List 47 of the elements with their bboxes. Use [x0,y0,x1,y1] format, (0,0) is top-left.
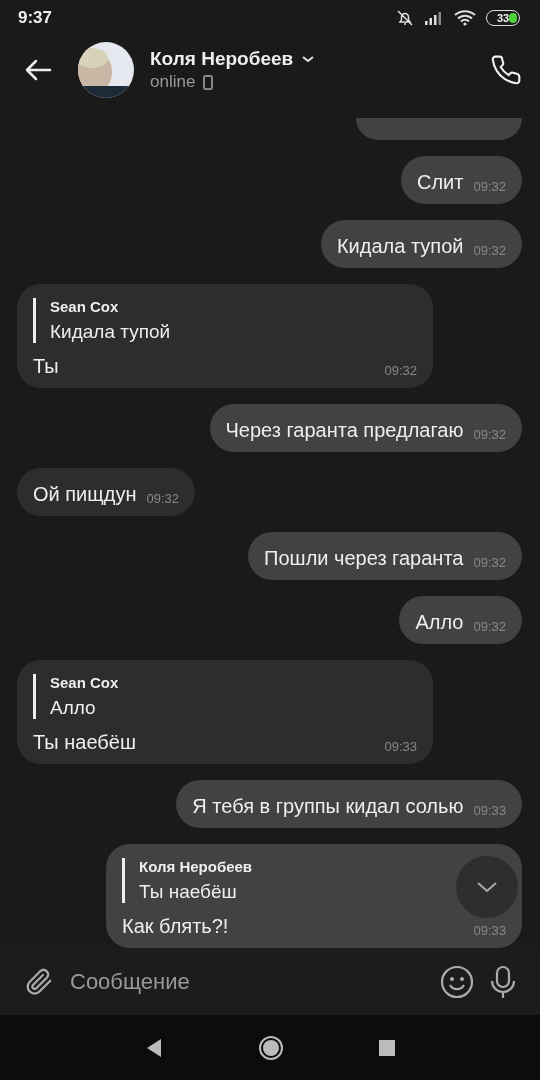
chevron-down-icon [475,880,499,894]
contact-status: online [150,72,196,92]
quote-text: Ты наебёш [139,881,237,903]
quoted-message[interactable]: Sean Cox Кидала тупой [33,298,171,343]
message-text: Ты [33,354,59,379]
message-text: Как блять?! [122,914,229,939]
status-time: 9:37 [18,7,53,28]
phone-device-icon [203,74,214,90]
quote-text: Алло [50,697,96,719]
contact-name[interactable]: Коля Неробеев [150,48,294,70]
recents-nav-icon[interactable] [379,1039,395,1056]
muted-bell-icon [396,8,414,27]
message-text: Я тебя в группы кидал солью [192,794,464,819]
message-text: Ты наебёш [33,730,136,755]
microphone-icon[interactable] [488,964,518,999]
message-time: 09:33 [473,923,506,939]
back-arrow-icon[interactable] [24,58,52,82]
avatar[interactable] [78,42,134,98]
message-text: Ой пищдун [33,482,137,507]
chevron-down-icon[interactable] [301,54,316,64]
message-text: Пошли через гаранта [264,546,464,571]
message-time: 09:32 [473,243,506,259]
signal-icon [424,9,444,26]
message-text: Алло [415,610,464,635]
message-time: 09:32 [473,179,506,195]
message-time: 09:32 [384,363,417,379]
message-time: 09:32 [473,555,506,571]
message-time: 09:32 [473,619,506,635]
message-text: Кидала тупой [336,234,464,259]
message-time: 09:33 [384,739,417,755]
quoted-message[interactable]: Sean Cox Алло [33,674,119,719]
message-text: Слит [417,170,464,195]
message-time: 09:32 [473,427,506,443]
quote-text: Кидала тупой [50,321,171,343]
message-input-field[interactable]: Сообщение [68,967,408,996]
home-nav-icon[interactable] [258,1034,284,1061]
quoted-message[interactable]: Коля Неробеев Ты наебёш [122,858,253,903]
emoji-icon[interactable] [440,964,474,999]
message-time: 09:33 [473,803,506,819]
wifi-icon [454,9,476,26]
message-time: 09:32 [146,491,179,507]
phone-call-icon[interactable] [490,54,522,86]
quote-author: Коля Неробеев [139,858,253,875]
quote-author: Sean Cox [50,298,119,315]
back-nav-icon[interactable] [145,1037,163,1058]
message-text: Через гаранта предлагаю [225,418,464,443]
quote-author: Sean Cox [50,674,119,691]
